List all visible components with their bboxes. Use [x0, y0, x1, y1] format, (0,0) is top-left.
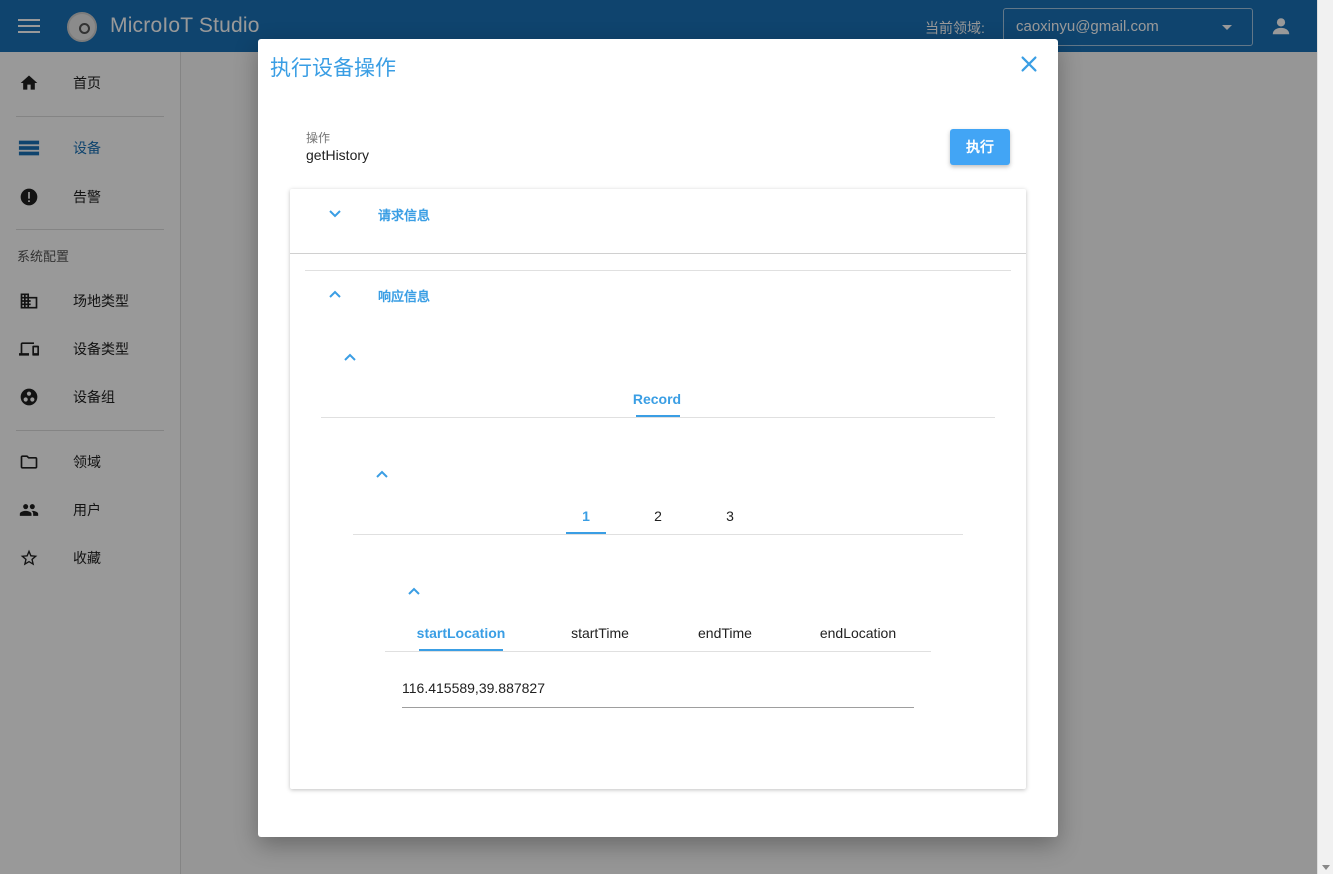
divider — [290, 253, 1026, 254]
divider — [353, 534, 963, 535]
divider — [305, 270, 1011, 271]
chevron-down-icon — [329, 210, 341, 218]
tab-index-1[interactable]: 1 — [566, 508, 606, 524]
response-header-label: 响应信息 — [378, 289, 431, 304]
tab-record[interactable]: Record — [630, 391, 684, 407]
operation-label: 操作 — [306, 131, 331, 145]
scroll-down-icon — [1322, 865, 1330, 870]
chevron-up-icon[interactable] — [407, 586, 421, 596]
value-underline — [402, 707, 914, 708]
chevron-up-icon[interactable] — [375, 469, 389, 479]
chevron-up-icon — [329, 290, 341, 298]
close-icon[interactable] — [1018, 53, 1040, 75]
divider — [321, 417, 995, 418]
request-header-label: 请求信息 — [378, 208, 431, 223]
request-panel-header[interactable]: 请求信息 — [290, 189, 1026, 239]
execute-operation-dialog: 执行设备操作 操作 getHistory 执行 请求信息 响应信息 Record… — [258, 39, 1058, 837]
field-value: 116.415589,39.887827 — [402, 680, 545, 696]
operation-value: getHistory — [306, 147, 370, 163]
chevron-up-icon[interactable] — [343, 352, 357, 362]
tab-start-location[interactable]: startLocation — [416, 625, 506, 641]
tab-start-time[interactable]: startTime — [560, 625, 640, 641]
expansion-panels: 请求信息 响应信息 Record 1 2 3 startLocation sta… — [290, 189, 1026, 789]
tab-end-time[interactable]: endTime — [685, 625, 765, 641]
response-panel-header[interactable]: 响应信息 — [290, 275, 1026, 315]
divider — [385, 651, 931, 652]
scrollbar[interactable] — [1317, 0, 1333, 874]
execute-button[interactable]: 执行 — [950, 129, 1010, 165]
tab-index-2[interactable]: 2 — [638, 508, 678, 524]
tab-index-3[interactable]: 3 — [710, 508, 750, 524]
dialog-title: 执行设备操作 — [270, 57, 396, 80]
tab-end-location[interactable]: endLocation — [813, 625, 903, 641]
